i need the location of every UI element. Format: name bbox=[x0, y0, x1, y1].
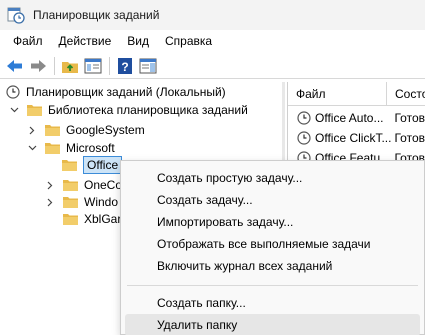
task-scheduler-icon bbox=[7, 6, 25, 24]
tree-item-label: Windo bbox=[84, 195, 119, 209]
task-name: Office ClickT... bbox=[315, 131, 392, 145]
menu-item-enable-task-history[interactable]: Включить журнал всех заданий bbox=[121, 255, 424, 277]
menu-item-new-folder[interactable]: Создать папку... bbox=[121, 292, 424, 314]
toolbar-separator bbox=[109, 56, 110, 75]
list-header: Файл Состо bbox=[288, 82, 425, 106]
task-scheduler-icon bbox=[6, 85, 20, 99]
menu-view[interactable]: Вид bbox=[119, 30, 157, 53]
table-row[interactable]: Office Auto... Готов bbox=[288, 108, 425, 128]
menu-item-display-running-tasks[interactable]: Отображать все выполняемые задачи bbox=[121, 233, 424, 255]
console-tree-icon[interactable] bbox=[82, 55, 104, 77]
tree-item-label: Microsoft bbox=[66, 141, 115, 155]
tree-item-library[interactable]: Библиотека планировщика заданий bbox=[8, 100, 248, 120]
folder-icon bbox=[62, 195, 79, 209]
folder-icon bbox=[26, 103, 43, 117]
task-clock-icon bbox=[297, 131, 311, 145]
task-status: Готов bbox=[394, 131, 425, 145]
tree-item-label: Office bbox=[83, 156, 123, 174]
tree-item-label: Планировщик заданий (Локальный) bbox=[26, 85, 226, 99]
menu-bar: Файл Действие Вид Справка bbox=[0, 30, 425, 53]
folder-up-icon[interactable] bbox=[59, 55, 81, 77]
forward-arrow-icon[interactable] bbox=[27, 55, 49, 77]
task-clock-icon bbox=[297, 111, 311, 125]
menu-item-create-basic-task[interactable]: Создать простую задачу... bbox=[121, 167, 424, 189]
menu-separator bbox=[127, 285, 418, 286]
task-status: Готов bbox=[394, 111, 425, 125]
chevron-right-icon[interactable] bbox=[26, 120, 38, 140]
tree-item-label: Библиотека планировщика заданий bbox=[48, 103, 248, 117]
back-arrow-icon[interactable] bbox=[4, 55, 26, 77]
svg-text:?: ? bbox=[121, 60, 128, 74]
column-header-name[interactable]: Файл bbox=[288, 82, 387, 105]
chevron-right-icon[interactable] bbox=[44, 192, 56, 212]
folder-icon bbox=[44, 123, 61, 137]
folder-icon bbox=[62, 212, 79, 226]
menu-item-create-task[interactable]: Создать задачу... bbox=[121, 189, 424, 211]
context-menu: Создать простую задачу... Создать задачу… bbox=[120, 160, 425, 335]
table-row[interactable]: Office ClickT... Готов bbox=[288, 128, 425, 148]
menu-action[interactable]: Действие bbox=[51, 30, 120, 53]
toolbar: ? bbox=[0, 53, 425, 79]
tree-item-xblgamesave[interactable]: XblGar bbox=[62, 209, 121, 229]
column-header-status[interactable]: Состо bbox=[387, 82, 425, 105]
menu-help[interactable]: Справка bbox=[157, 30, 220, 53]
menu-item-import-task[interactable]: Импортировать задачу... bbox=[121, 211, 424, 233]
menu-item-delete-folder[interactable]: Удалить папку bbox=[125, 314, 420, 335]
folder-icon bbox=[61, 158, 78, 172]
chevron-down-icon[interactable] bbox=[8, 100, 20, 120]
toolbar-separator bbox=[54, 56, 55, 75]
folder-icon bbox=[62, 178, 79, 192]
task-name: Office Auto... bbox=[315, 111, 384, 125]
menu-file[interactable]: Файл bbox=[5, 30, 51, 53]
tree-item-office[interactable]: Office bbox=[61, 155, 123, 175]
help-icon[interactable]: ? bbox=[114, 55, 136, 77]
chevron-down-icon[interactable] bbox=[26, 138, 38, 158]
action-pane-icon[interactable] bbox=[137, 55, 159, 77]
window-title: Планировщик заданий bbox=[33, 8, 160, 22]
tree-item-label: GoogleSystem bbox=[66, 123, 145, 137]
tree-item-label: XblGar bbox=[84, 212, 122, 226]
tree-item-root[interactable]: Планировщик заданий (Локальный) bbox=[6, 82, 226, 102]
tree-item-googlesystem[interactable]: GoogleSystem bbox=[26, 120, 145, 140]
folder-icon bbox=[44, 141, 61, 155]
tree-item-label: OneCo bbox=[84, 178, 123, 192]
title-bar: Планировщик заданий bbox=[0, 0, 425, 30]
